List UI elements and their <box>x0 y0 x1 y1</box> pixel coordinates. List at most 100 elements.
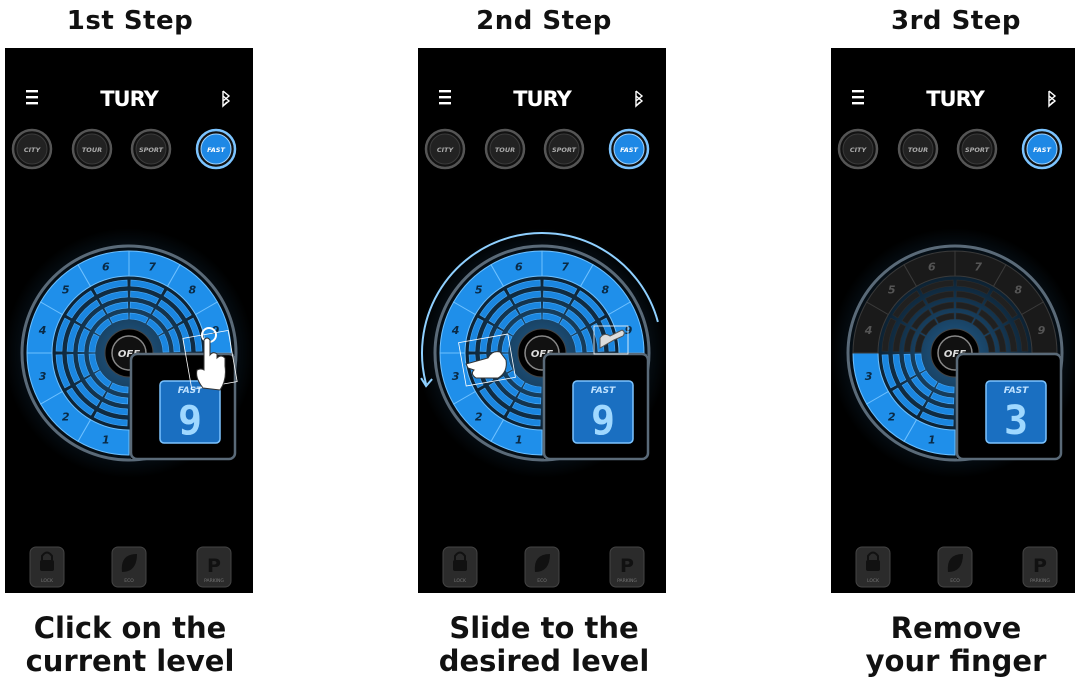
level-label: 1 <box>928 433 936 446</box>
svg-text:P: P <box>620 555 634 577</box>
level-label: 3 <box>452 370 460 383</box>
step-title: 2nd Step <box>476 6 612 36</box>
step-title: 3rd Step <box>891 6 1021 36</box>
phone-screen: TURY CITY TOUR SPORT FAST 1 2 3 4 5 6 7 8 9 OFF FAST 9 LO… <box>418 48 666 593</box>
step-caption: Click on the current level <box>0 612 260 678</box>
leaf-button[interactable]: ECO <box>524 546 560 588</box>
caption-line-2: your finger <box>865 644 1047 678</box>
brand-logo: TURY <box>926 87 985 111</box>
brand-logo: TURY <box>100 87 159 111</box>
mode-label: FAST <box>207 146 225 154</box>
display-mode-label: FAST <box>591 386 616 396</box>
step-caption: Remove your finger <box>826 612 1075 678</box>
mode-button-sport[interactable]: SPORT <box>543 128 585 170</box>
level-label: 6 <box>515 261 523 274</box>
parking-button[interactable]: PPARKING <box>1022 546 1058 588</box>
bottom-button-label: LOCK <box>454 578 467 584</box>
lock-button[interactable]: LOCK <box>29 546 65 588</box>
level-label: 4 <box>864 324 873 337</box>
bottom-button-label: ECO <box>537 578 547 584</box>
bottom-button-label: ECO <box>950 578 960 584</box>
step-caption: Slide to the desired level <box>414 612 674 678</box>
parking-icon: P <box>207 555 221 577</box>
tury-app-screen: TURYCITY TOUR SPORT FAST123456 789OFFFAST9LO… <box>5 87 253 588</box>
mode-button-sport[interactable]: SPORT <box>130 128 172 170</box>
parking-button[interactable]: PPARKING <box>609 546 645 588</box>
mode-button-tour[interactable]: TOUR <box>71 128 113 170</box>
display-level-value: 9 <box>591 398 615 444</box>
mode-label: FAST <box>620 146 638 154</box>
level-label: 8 <box>1014 284 1022 297</box>
mode-button-fast[interactable]: FAST <box>608 128 650 170</box>
level-label: 5 <box>62 284 70 297</box>
mode-button-fast[interactable]: FAST <box>195 128 237 170</box>
phone-screen: TURY CITY TOUR SPORT FAST 1 2 3 4 5 6 7 8 9 OFF FAST 3 LO… <box>831 48 1075 593</box>
level-label: 5 <box>888 284 896 297</box>
display-mode-label: FAST <box>1004 386 1029 396</box>
level-label: 2 <box>888 410 896 423</box>
level-label: 3 <box>865 370 873 383</box>
level-label: 4 <box>451 324 460 337</box>
bottom-button-label: ECO <box>124 578 134 584</box>
hamburger-menu-icon[interactable] <box>439 90 451 105</box>
mode-label: FAST <box>1033 146 1051 154</box>
level-display: FAST 3 <box>955 352 1063 461</box>
leaf-button[interactable]: ECO <box>937 546 973 588</box>
lock-button[interactable]: LOCK <box>442 546 478 588</box>
mode-label: TOUR <box>495 146 515 154</box>
level-label: 8 <box>188 284 196 297</box>
parking-button[interactable]: PPARKING <box>196 546 232 588</box>
caption-line-2: desired level <box>438 644 650 678</box>
hamburger-menu-icon[interactable] <box>852 90 864 105</box>
level-display: FAST 9 <box>542 352 650 461</box>
mode-button-sport[interactable]: SPORT <box>956 128 998 170</box>
bottom-button-label: LOCK <box>867 578 880 584</box>
level-label: 8 <box>601 284 609 297</box>
hamburger-menu-icon[interactable] <box>26 90 38 105</box>
bottom-button-label: PARKING <box>204 578 224 584</box>
mode-label: CITY <box>437 146 455 154</box>
caption-line-1: Slide to the <box>449 611 639 645</box>
level-label: 7 <box>974 261 982 274</box>
level-label: 5 <box>475 284 483 297</box>
level-label: 2 <box>62 410 70 423</box>
mode-label: CITY <box>24 146 42 154</box>
bluetooth-icon[interactable] <box>635 90 644 108</box>
level-label: 1 <box>515 433 523 446</box>
level-label: 6 <box>928 261 936 274</box>
caption-line-1: Click on the <box>33 611 227 645</box>
display-mode-label: FAST <box>178 386 203 396</box>
level-label: 1 <box>102 433 110 446</box>
tury-app-screen: TURYCITY TOUR SPORT FAST123456 789OFFFAST9LO… <box>418 87 666 588</box>
display-level-value: 9 <box>178 398 202 444</box>
tury-app-screen: TURYCITY TOUR SPORT FAST123456 789OFFFAST3LO… <box>831 87 1075 588</box>
leaf-button[interactable]: ECO <box>111 546 147 588</box>
level-label: 7 <box>148 261 156 274</box>
caption-line-2: current level <box>25 644 235 678</box>
mode-button-city[interactable]: CITY <box>837 128 879 170</box>
brand-logo: TURY <box>513 87 572 111</box>
mode-label: SPORT <box>552 146 577 154</box>
level-label: 4 <box>38 324 47 337</box>
mode-button-tour[interactable]: TOUR <box>484 128 526 170</box>
mode-button-tour[interactable]: TOUR <box>897 128 939 170</box>
lock-button[interactable]: LOCK <box>855 546 891 588</box>
bluetooth-icon[interactable] <box>222 90 231 108</box>
bottom-button-label: PARKING <box>617 578 637 584</box>
mode-label: TOUR <box>908 146 928 154</box>
mode-button-city[interactable]: CITY <box>424 128 466 170</box>
mode-button-city[interactable]: CITY <box>11 128 53 170</box>
mode-button-fast[interactable]: FAST <box>1021 128 1063 170</box>
mode-label: SPORT <box>965 146 990 154</box>
step-title: 1st Step <box>66 6 194 36</box>
bottom-button-label: LOCK <box>41 578 54 584</box>
level-label: 9 <box>1038 324 1046 337</box>
bottom-button-label: PARKING <box>1030 578 1050 584</box>
svg-text:P: P <box>1033 555 1047 577</box>
display-level-value: 3 <box>1004 398 1028 444</box>
level-label: 6 <box>102 261 110 274</box>
parking-icon: P <box>1033 555 1047 577</box>
mode-label: CITY <box>850 146 868 154</box>
bluetooth-icon[interactable] <box>1048 90 1057 108</box>
parking-icon: P <box>620 555 634 577</box>
